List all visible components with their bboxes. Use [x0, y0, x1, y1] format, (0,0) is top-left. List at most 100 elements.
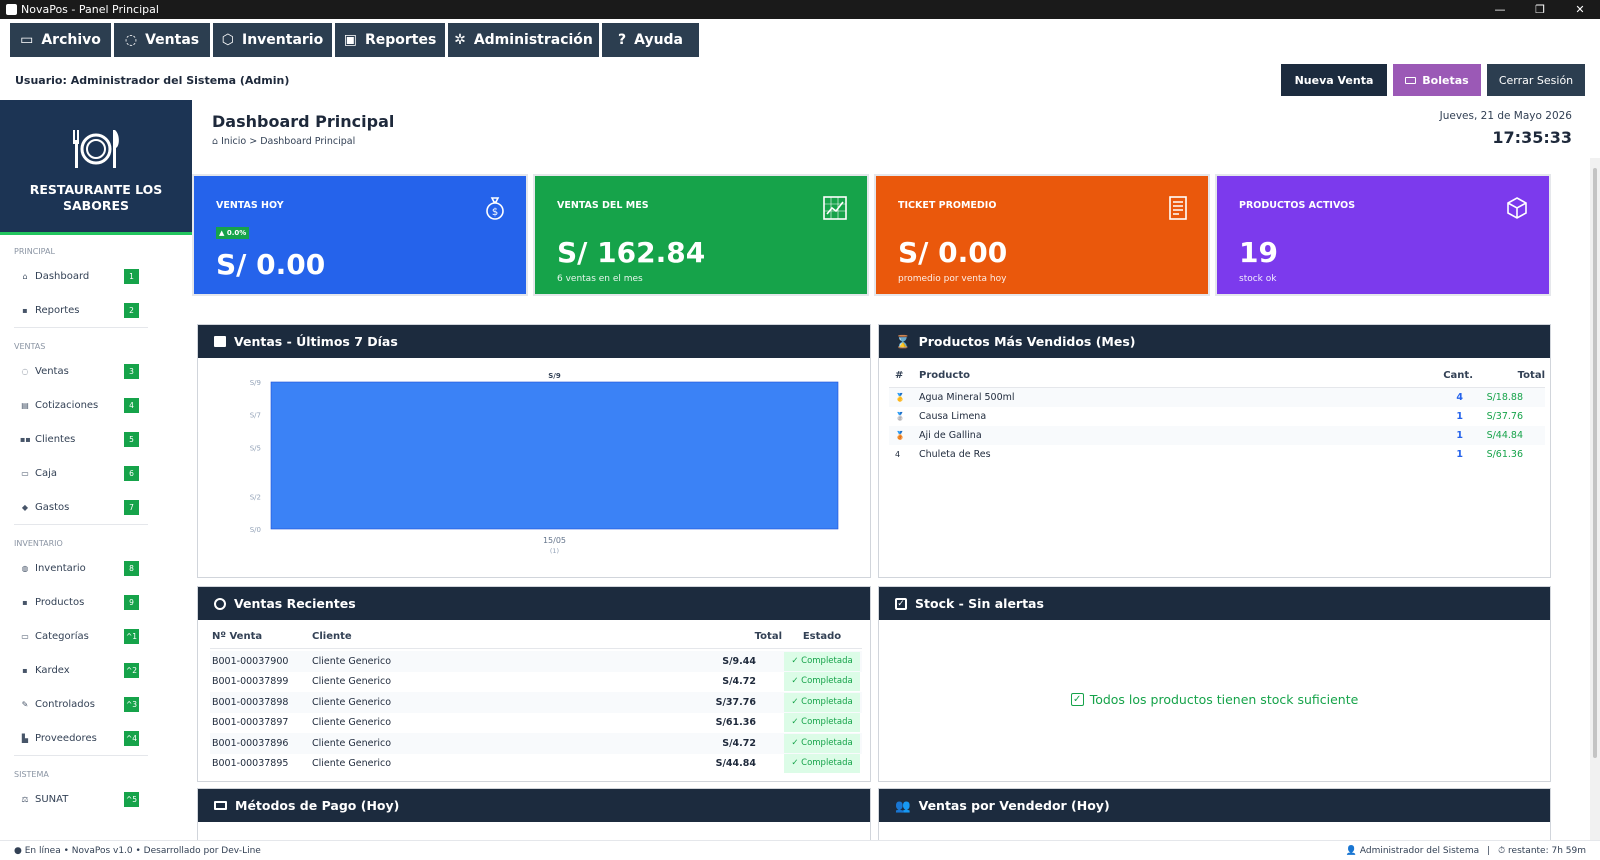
- plate-cutlery-icon: [73, 130, 119, 168]
- column-header: Total: [1517, 370, 1545, 381]
- panel-header: ✓ Stock - Sin alertas: [879, 587, 1550, 620]
- user-bar: Usuario: Administrador del Sistema (Admi…: [0, 60, 1600, 100]
- table-row[interactable]: 🥉 Aji de Gallina 1 S/44.84: [889, 426, 1545, 445]
- table-row[interactable]: B001-00037897 Cliente Generico S/61.36 ✓ Co…: [210, 713, 862, 734]
- sidebar-item-icon: ▭: [21, 631, 29, 641]
- current-date: Jueves, 21 de Mayo 2026: [1439, 110, 1572, 122]
- bar-data-label: S/9: [548, 372, 561, 380]
- sidebar-item-label: SUNAT: [35, 793, 69, 805]
- new-sale-button[interactable]: Nueva Venta: [1281, 64, 1387, 96]
- money-bag-icon: $: [484, 196, 506, 224]
- stat-card-productos-activos: PRODUCTOS ACTIVOS 19 stock ok: [1215, 174, 1551, 296]
- sidebar-item-label: Controlados: [35, 698, 95, 710]
- table-header: Nº Venta Cliente Total Estado: [210, 625, 862, 649]
- sidebar-item-productos[interactable]: ▪ Productos 9: [0, 585, 192, 619]
- status-bar: ● En línea • NovaPos v1.0 • Desarrollado…: [0, 840, 1600, 860]
- total-cell: S/61.36: [1486, 449, 1523, 460]
- receipt-icon: [1168, 196, 1188, 224]
- sidebar-item-gastos[interactable]: ◆ Gastos 7: [0, 490, 192, 524]
- home-icon: ⌂: [212, 136, 219, 147]
- recent-sales-panel: Ventas Recientes Nº Venta Cliente Total Est…: [197, 586, 871, 782]
- page-title: Dashboard Principal: [212, 112, 395, 131]
- client-cell: Cliente Generico: [312, 758, 392, 770]
- sale-number-cell: B001-00037900: [212, 655, 289, 667]
- minimize-button[interactable]: —: [1480, 3, 1520, 16]
- rank-cell: 🥇: [895, 393, 905, 402]
- sidebar-item-sunat[interactable]: ⚖ SUNAT ^5: [0, 782, 192, 816]
- menu-ayuda[interactable]: ? Ayuda: [602, 23, 699, 57]
- table-row[interactable]: B001-00037898 Cliente Generico S/37.76 ✓ Co…: [210, 692, 862, 713]
- logout-button[interactable]: Cerrar Sesión: [1487, 64, 1585, 96]
- stat-card-ventas-del-mes: VENTAS DEL MES S/ 162.84 6 ventas en el me…: [533, 174, 869, 296]
- client-cell: Cliente Generico: [312, 696, 392, 708]
- status-badge: ✓ Completada: [784, 733, 860, 753]
- sidebar-item-ventas[interactable]: ◌ Ventas 3: [0, 354, 192, 388]
- menu-inventario[interactable]: ⬡ Inventario: [213, 23, 332, 57]
- shortcut-badge: 3: [124, 363, 139, 379]
- sidebar-item-reportes[interactable]: ▪ Reportes 2: [0, 293, 192, 327]
- sidebar-item-label: Proveedores: [35, 732, 97, 744]
- sidebar-item-caja[interactable]: ▭ Caja 6: [0, 456, 192, 490]
- stat-value: S/ 0.00: [216, 248, 326, 281]
- recent-sales-table: Nº Venta Cliente Total Estado B001-00037900 C…: [210, 625, 862, 774]
- column-header: #: [895, 370, 904, 381]
- sidebar-item-cotizaciones[interactable]: ▤ Cotizaciones 4: [0, 388, 192, 422]
- chart-icon: ▣: [343, 32, 357, 48]
- sidebar-item-icon: ▪: [22, 597, 28, 607]
- sidebar-item-icon: ▪▪: [20, 434, 31, 444]
- status-badge: ✓ Completada: [784, 754, 860, 774]
- receipts-button[interactable]: Boletas: [1393, 64, 1481, 96]
- close-button[interactable]: ✕: [1560, 3, 1600, 16]
- product-cell: Causa Limena: [919, 411, 987, 422]
- sidebar-item-categoras[interactable]: ▭ Categorías ^1: [0, 619, 192, 653]
- menu-archivo[interactable]: ▭ Archivo: [10, 23, 111, 57]
- stat-subtext: 6 ventas en el mes: [557, 274, 643, 284]
- sidebar-item-clientes[interactable]: ▪▪ Clientes 5: [0, 422, 192, 456]
- stat-value: S/ 0.00: [898, 236, 1008, 269]
- menu-administracin[interactable]: ✲ Administración: [448, 23, 599, 57]
- status-badge: ✓ Completada: [784, 692, 860, 712]
- y-tick-label: S/0: [250, 526, 261, 534]
- table-row[interactable]: 🥈 Causa Limena 1 S/37.76: [889, 407, 1545, 426]
- table-row[interactable]: B001-00037895 Cliente Generico S/44.84 ✓ Co…: [210, 754, 862, 775]
- column-header: Producto: [919, 370, 970, 381]
- clock-icon: [214, 597, 226, 610]
- content-scrollbar[interactable]: [1590, 158, 1600, 840]
- sidebar-item-label: Cotizaciones: [35, 399, 99, 411]
- shortcut-badge: 8: [124, 560, 139, 576]
- sidebar-nav: PRINCIPAL ⌂ Dashboard 1 ▪ Reportes 2 VENTAS ◌ Ven…: [0, 235, 192, 816]
- client-cell: Cliente Generico: [312, 717, 392, 729]
- shortcut-badge: ^4: [124, 730, 139, 746]
- sidebar-item-dashboard[interactable]: ⌂ Dashboard 1: [0, 259, 192, 293]
- table-row[interactable]: 4 Chuleta de Res 1 S/61.36: [889, 445, 1545, 464]
- menu-ventas[interactable]: ◌ Ventas: [114, 23, 210, 57]
- sidebar-item-proveedores[interactable]: ▙ Proveedores ^4: [0, 721, 192, 755]
- card-icon: [214, 801, 227, 810]
- sidebar-item-kardex[interactable]: ▪ Kardex ^2: [0, 653, 192, 687]
- menu-reportes[interactable]: ▣ Reportes: [335, 23, 445, 57]
- scrollbar-thumb[interactable]: [1593, 168, 1597, 758]
- sidebar-item-icon: ⚖: [21, 794, 29, 804]
- stock-ok-message: ✓ Todos los productos tienen stock sufic…: [879, 692, 1550, 707]
- sidebar-item-label: Categorías: [35, 630, 89, 642]
- table-row[interactable]: B001-00037899 Cliente Generico S/4.72 ✓ Com…: [210, 672, 862, 693]
- total-cell: S/18.88: [1486, 392, 1523, 403]
- table-body: 🥇 Agua Mineral 500ml 4 S/18.88 🥈 Causa Limena…: [889, 388, 1545, 464]
- table-row[interactable]: B001-00037900 Cliente Generico S/9.44 ✓ Com…: [210, 651, 862, 672]
- table-row[interactable]: B001-00037896 Cliente Generico S/4.72 ✓ Com…: [210, 733, 862, 754]
- y-tick-label: S/2: [250, 493, 261, 501]
- maximize-button[interactable]: ❐: [1520, 3, 1560, 16]
- sidebar-item-label: Gastos: [35, 501, 70, 513]
- top-products-panel: ⌛ Productos Más Vendidos (Mes) # Producto…: [878, 324, 1551, 578]
- sidebar-item-controlados[interactable]: ✎ Controlados ^3: [0, 687, 192, 721]
- total-cell: S/4.72: [722, 737, 756, 749]
- session-remaining: ⏱ restante: 7h 59m: [1498, 845, 1586, 856]
- status-badge: ✓ Completada: [784, 713, 860, 733]
- sidebar-item-icon: ◌: [21, 366, 29, 376]
- y-tick-label: S/9: [250, 379, 261, 387]
- table-row[interactable]: 🥇 Agua Mineral 500ml 4 S/18.88: [889, 388, 1545, 407]
- sidebar-item-inventario[interactable]: ◍ Inventario 8: [0, 551, 192, 585]
- status-user: 👤 Administrador del Sistema: [1345, 845, 1480, 856]
- stat-subtext: stock ok: [1239, 274, 1277, 284]
- total-cell: S/37.76: [1486, 411, 1523, 422]
